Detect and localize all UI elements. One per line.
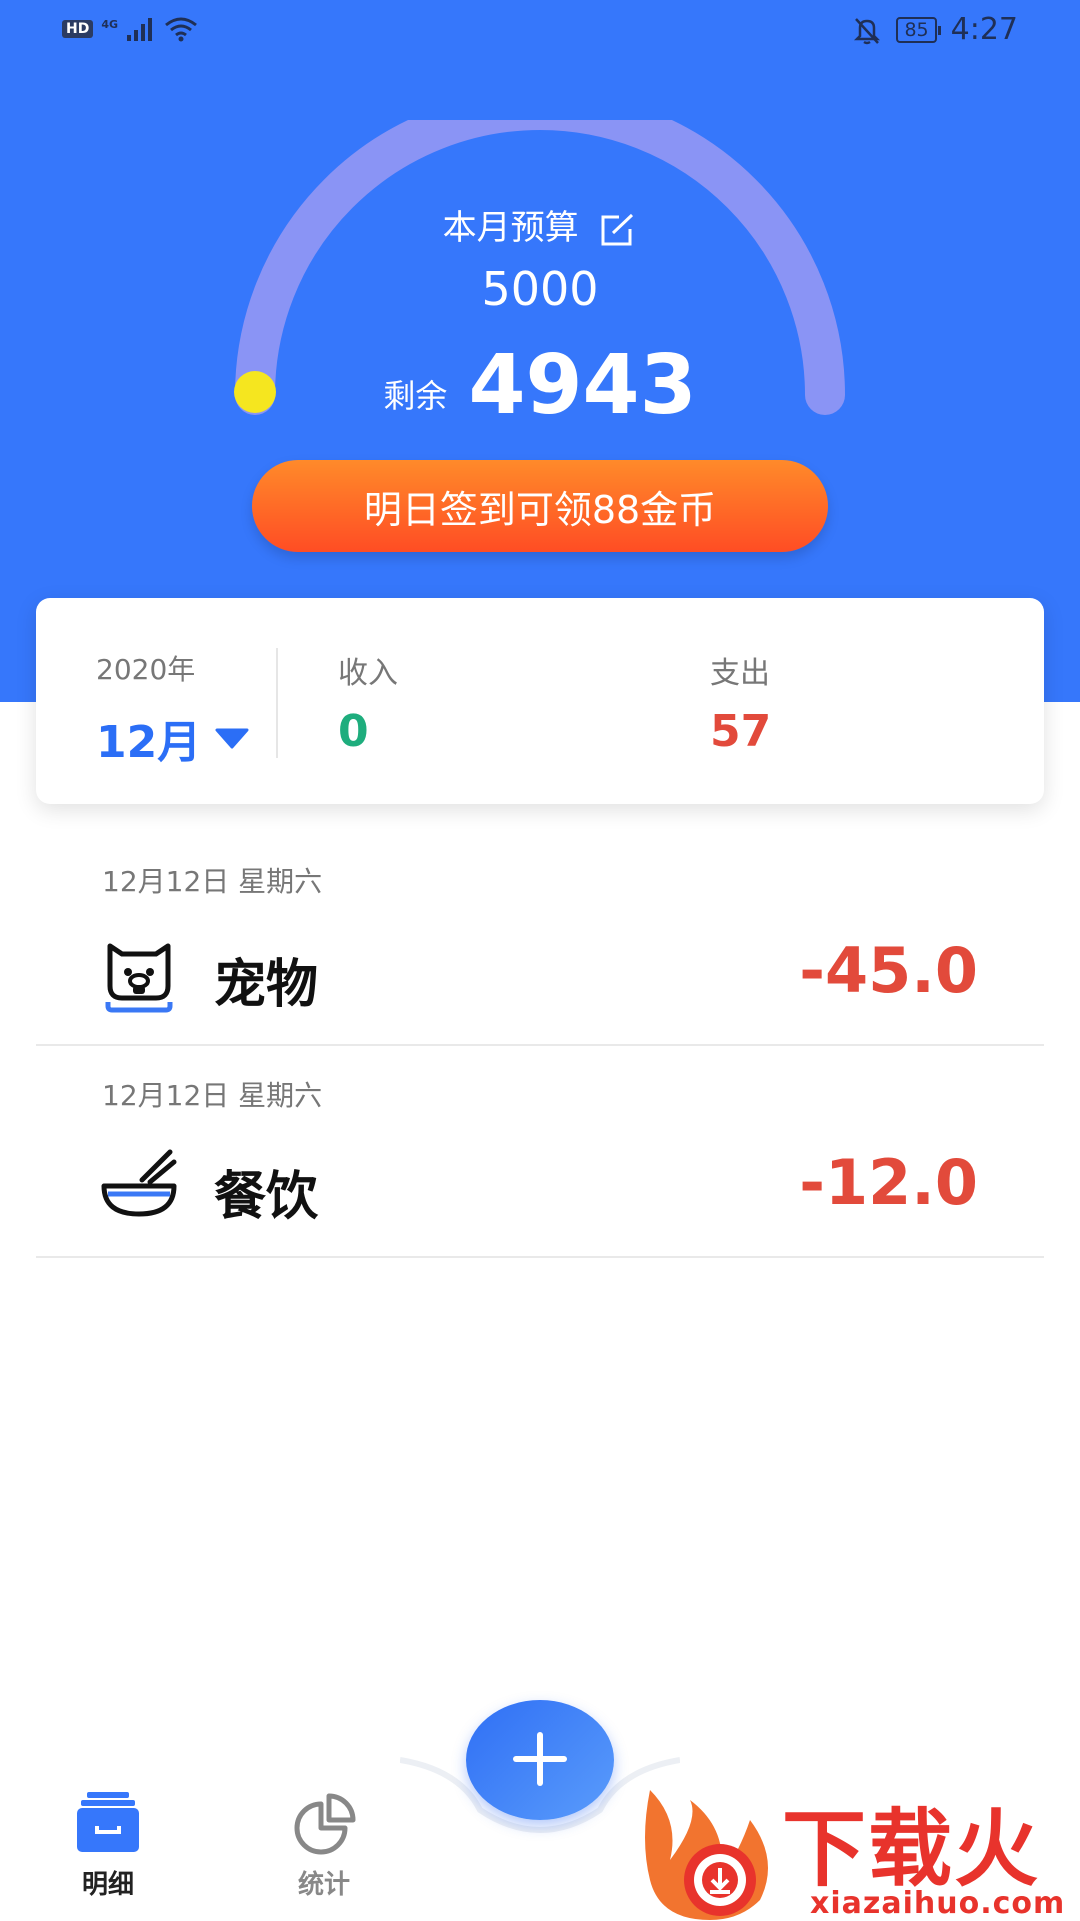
status-bar: HD 4G 85 4:27 [0,0,1080,60]
bell-off-icon [854,17,881,44]
remaining-row: 剩余 4943 [0,338,1080,433]
record-category: 餐饮 [214,1167,319,1227]
record-item-pet[interactable]: 12月12日 星期六 宠物 -45.0 [36,840,1044,1046]
status-time: 4:27 [950,12,1018,47]
battery-indicator: 85 [896,16,941,43]
edit-icon[interactable] [599,213,637,247]
tab-label: 明细 [81,1870,134,1900]
watermark-brand: 下载火 [782,1800,1041,1898]
expense-value: 57 [710,706,772,757]
wifi-icon [165,17,197,42]
record-date: 12月12日 星期六 [102,1079,323,1112]
record-divider [36,1044,1044,1046]
tab-label: 统计 [297,1870,350,1900]
tab-stats[interactable]: 统计 [264,1790,384,1901]
tab-detail[interactable]: 明细 [48,1790,168,1901]
detail-icon [77,1792,139,1852]
month-selector[interactable]: 12月 [96,706,249,770]
income-value: 0 [338,706,369,757]
record-divider [36,1256,1044,1258]
budget-amount: 5000 [481,262,599,316]
month-summary-card: 2020年 12月 收入 0 支出 57 [36,598,1044,804]
add-record-button[interactable] [466,1700,614,1820]
expense-label: 支出 [710,656,770,691]
watermark-url: xiazaihuo.com [810,1886,1066,1921]
budget-title-row[interactable]: 本月预算 [0,200,1080,249]
record-amount: -45.0 [799,934,978,1007]
stats-pie-icon [294,1793,356,1855]
summary-divider [276,648,278,758]
month-label: 12月 [96,717,202,768]
income-label: 收入 [338,656,398,691]
bowl-icon [101,1149,177,1217]
plus-icon [513,1731,567,1786]
record-date: 12月12日 星期六 [102,865,323,898]
record-amount: -12.0 [799,1146,978,1219]
watermark: 下载火 xiazaihuo.com [640,1780,1080,1921]
signal-icon [127,18,153,41]
caret-down-icon [215,728,249,749]
year-label: 2020年 [96,653,196,686]
hd-badge: HD [62,20,94,38]
record-category: 宠物 [214,955,319,1015]
network-type-label: 4G [101,17,119,31]
pet-icon [105,943,173,1013]
budget-title: 本月预算 [442,208,579,248]
record-item-food[interactable]: 12月12日 星期六 餐饮 -12.0 [36,1058,1044,1258]
signin-reward-button[interactable]: 明日签到可领88金币 [252,460,828,552]
remaining-value: 4943 [468,338,697,433]
remaining-label: 剩余 [383,377,448,415]
flame-logo-icon [645,1790,768,1920]
